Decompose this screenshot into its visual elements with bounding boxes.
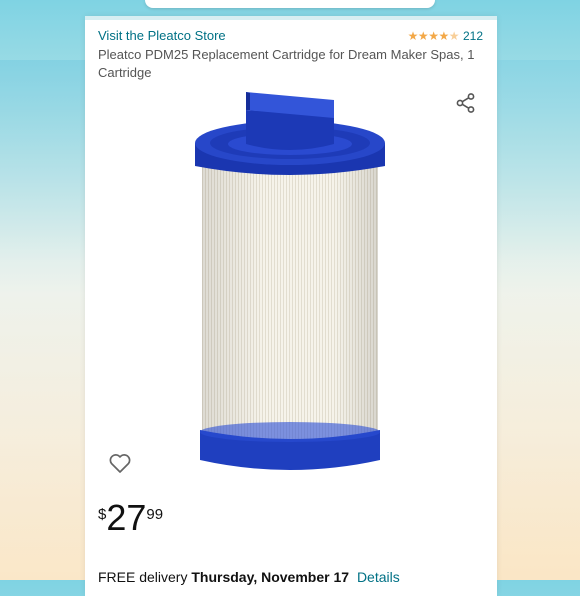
- rating-count[interactable]: 212: [463, 29, 483, 43]
- store-link[interactable]: Visit the Pleatco Store: [98, 28, 226, 43]
- delivery-details-link[interactable]: Details: [357, 569, 400, 585]
- background-left: [0, 60, 95, 580]
- delivery-info: FREE delivery Thursday, November 17 Deta…: [98, 569, 400, 585]
- card-divider: [85, 16, 497, 20]
- delivery-date: Thursday, November 17: [191, 569, 350, 585]
- price: $ 27 99: [98, 498, 163, 538]
- star-rating: ★★★★★: [407, 29, 460, 43]
- stars-full: ★★★★: [407, 29, 450, 43]
- star-half: ★: [448, 29, 460, 43]
- price-fraction: 99: [146, 506, 164, 523]
- heart-icon[interactable]: [107, 450, 133, 476]
- rating-summary[interactable]: ★★★★★ 212: [408, 29, 483, 43]
- share-icon[interactable]: [455, 92, 477, 114]
- product-title: Pleatco PDM25 Replacement Cartridge for …: [98, 47, 475, 80]
- top-search-bar-edge: [145, 0, 435, 8]
- background-right: [485, 60, 580, 580]
- delivery-prefix: FREE delivery: [98, 569, 188, 585]
- product-card: Visit the Pleatco Store ★★★★★ 212 Pleatc…: [85, 16, 497, 596]
- price-whole: 27: [106, 497, 147, 538]
- product-image[interactable]: [190, 88, 390, 480]
- price-currency: $: [98, 506, 107, 523]
